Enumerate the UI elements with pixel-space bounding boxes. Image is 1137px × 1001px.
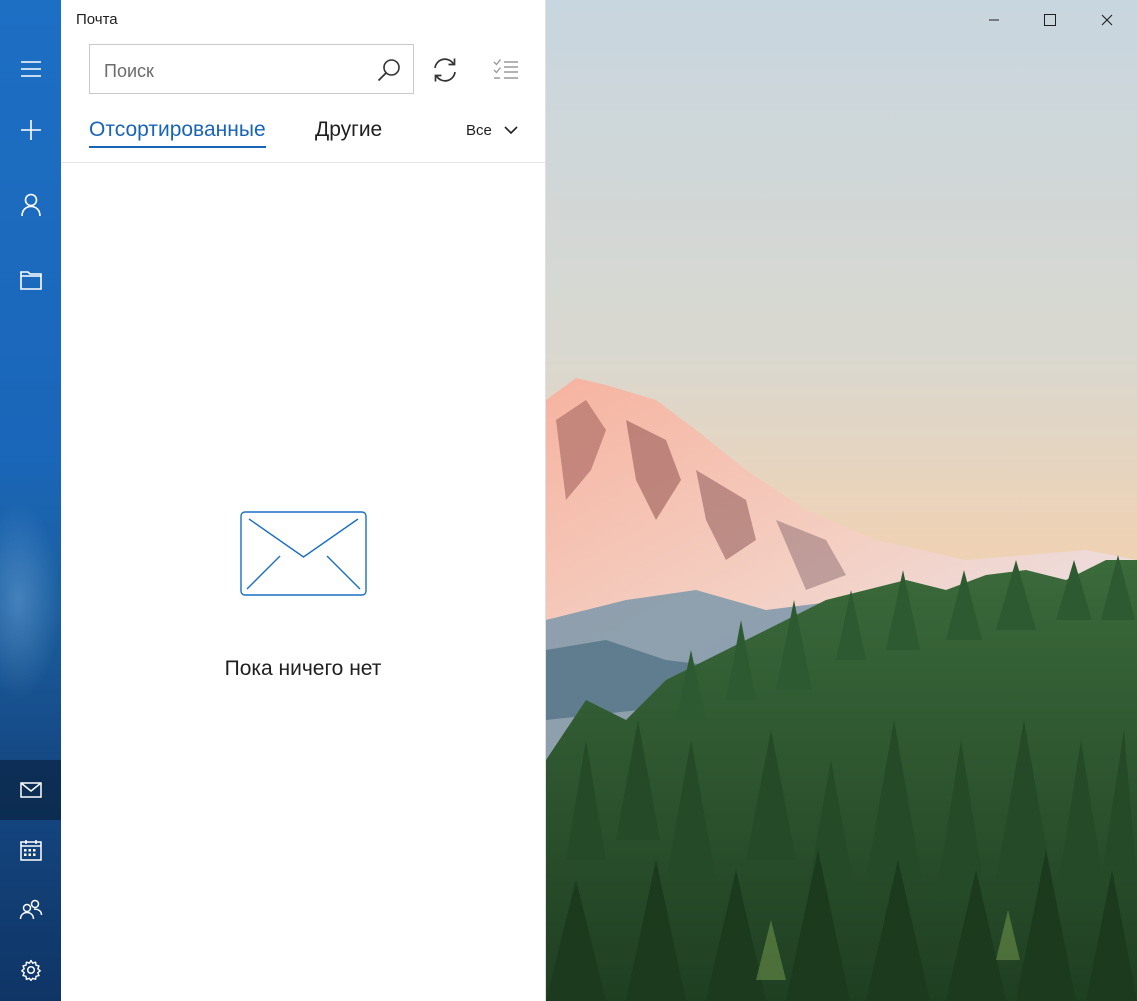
settings-button[interactable]: [0, 940, 61, 1000]
app-nav-rail: [0, 0, 61, 1001]
maximize-button[interactable]: [1022, 0, 1078, 40]
people-icon: [19, 899, 42, 920]
hamburger-icon: [20, 61, 41, 77]
folder-icon: [19, 271, 42, 290]
minimize-button[interactable]: [966, 0, 1022, 40]
people-switch-button[interactable]: [0, 880, 61, 940]
minimize-icon: [989, 19, 999, 21]
message-list-pane: Почта Отсортированные Другие Все Пока ни…: [61, 0, 546, 1001]
tab-focused[interactable]: Отсортированные: [89, 118, 266, 148]
app-title: Почта: [76, 11, 118, 28]
folders-button[interactable]: [0, 250, 61, 310]
close-button[interactable]: [1079, 0, 1135, 40]
search-box[interactable]: [89, 44, 414, 94]
accounts-button[interactable]: [0, 175, 61, 235]
rail-background-mist: [0, 500, 61, 700]
sync-icon[interactable]: [431, 56, 459, 84]
mail-switch-button[interactable]: [0, 760, 61, 820]
mountain-landscape-image: [546, 0, 1137, 1001]
selection-mode-icon[interactable]: [493, 58, 519, 82]
search-icon[interactable]: [377, 58, 401, 82]
header-divider: [61, 162, 545, 163]
tab-other[interactable]: Другие: [315, 118, 382, 142]
search-input[interactable]: [102, 57, 366, 85]
person-icon: [20, 193, 41, 217]
empty-state-message: Пока ничего нет: [224, 657, 382, 680]
mail-icon: [19, 782, 42, 798]
chevron-down-icon: [504, 126, 518, 135]
gear-icon: [20, 959, 41, 981]
filter-label: Все: [466, 122, 492, 139]
plus-icon: [20, 120, 41, 140]
empty-envelope-icon: [240, 511, 367, 596]
new-mail-button[interactable]: [0, 100, 61, 160]
reading-pane-background: [546, 0, 1137, 1001]
hamburger-menu-button[interactable]: [0, 39, 61, 99]
calendar-icon: [19, 840, 42, 861]
calendar-switch-button[interactable]: [0, 820, 61, 880]
close-icon: [1101, 14, 1113, 26]
filter-dropdown[interactable]: Все: [466, 122, 518, 139]
maximize-icon: [1044, 14, 1056, 26]
